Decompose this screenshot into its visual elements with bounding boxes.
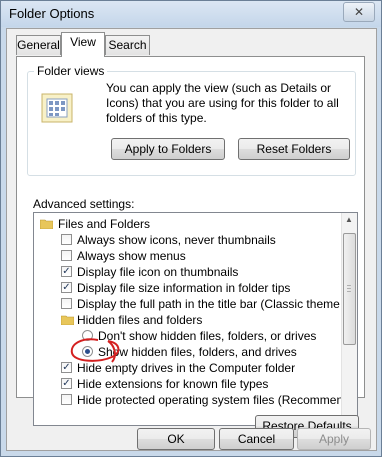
title-bar[interactable]: Folder Options ✕ [1, 1, 381, 27]
option-label: Show hidden files, folders, and drives [98, 345, 297, 359]
close-icon: ✕ [353, 5, 365, 19]
checkbox-checked[interactable]: ✓ [61, 378, 72, 389]
checkbox-checked[interactable]: ✓ [61, 362, 72, 373]
cancel-button[interactable]: Cancel [219, 428, 294, 450]
option-label: Hide empty drives in the Computer folder [77, 361, 296, 375]
option-label: Don't show hidden files, folders, or dri… [98, 329, 317, 343]
scroll-up-icon[interactable]: ▲ [345, 215, 353, 224]
folder-views-description: You can apply the view (such as Details … [106, 81, 339, 125]
checkbox-checked[interactable]: ✓ [61, 282, 72, 293]
dialog-client: General View Search Folder views You can… [6, 28, 377, 451]
scroll-thumb[interactable]: – – – [343, 233, 356, 345]
checkbox[interactable] [61, 234, 72, 245]
advanced-settings-tree[interactable]: Files and Folders Always show icons, nev… [33, 212, 358, 426]
advanced-settings-label: Advanced settings: [33, 197, 135, 211]
apply-to-folders-button[interactable]: Apply to Folders [111, 138, 225, 160]
checkbox[interactable] [61, 394, 72, 405]
option-label: Display file size information in folder … [77, 281, 291, 295]
option-label: Display the full path in the title bar (… [77, 297, 358, 311]
tab-search[interactable]: Search [105, 35, 150, 55]
radio-button-selected[interactable] [82, 346, 93, 357]
folder-view-icon [41, 93, 73, 123]
folder-icon [61, 315, 74, 325]
tree-item-label: Files and Folders [58, 217, 151, 231]
grip-icon: – – – [347, 282, 351, 295]
checkbox-checked[interactable]: ✓ [61, 266, 72, 277]
view-tab-panel: Folder views You can apply the view (suc… [16, 56, 365, 438]
radio-button[interactable] [82, 330, 93, 341]
option-label: Always show icons, never thumbnails [77, 233, 276, 247]
folder-icon [40, 219, 53, 229]
apply-button[interactable]: Apply [297, 428, 371, 450]
tree-item-label: Hidden files and folders [77, 313, 203, 327]
tab-view[interactable]: View [61, 32, 105, 57]
option-label: Hide extensions for known file types [77, 377, 269, 391]
window-title: Folder Options [9, 6, 95, 21]
checkbox[interactable] [61, 298, 72, 309]
folder-views-group: Folder views You can apply the view (suc… [27, 64, 356, 176]
checkbox[interactable] [61, 250, 72, 261]
option-label: Hide protected operating system files (R… [77, 393, 358, 407]
reset-folders-button[interactable]: Reset Folders [238, 138, 350, 160]
option-label: Always show menus [77, 249, 186, 263]
tree-scrollbar[interactable]: ▲ ––– ▼ [341, 213, 357, 424]
folder-views-title: Folder views [34, 64, 108, 78]
folder-options-window: Folder Options ✕ General View Search Fol… [0, 0, 382, 457]
ok-button[interactable]: OK [137, 428, 215, 450]
option-label: Display file icon on thumbnails [77, 265, 239, 279]
tab-general[interactable]: General [16, 35, 61, 55]
close-button[interactable]: ✕ [343, 2, 375, 22]
